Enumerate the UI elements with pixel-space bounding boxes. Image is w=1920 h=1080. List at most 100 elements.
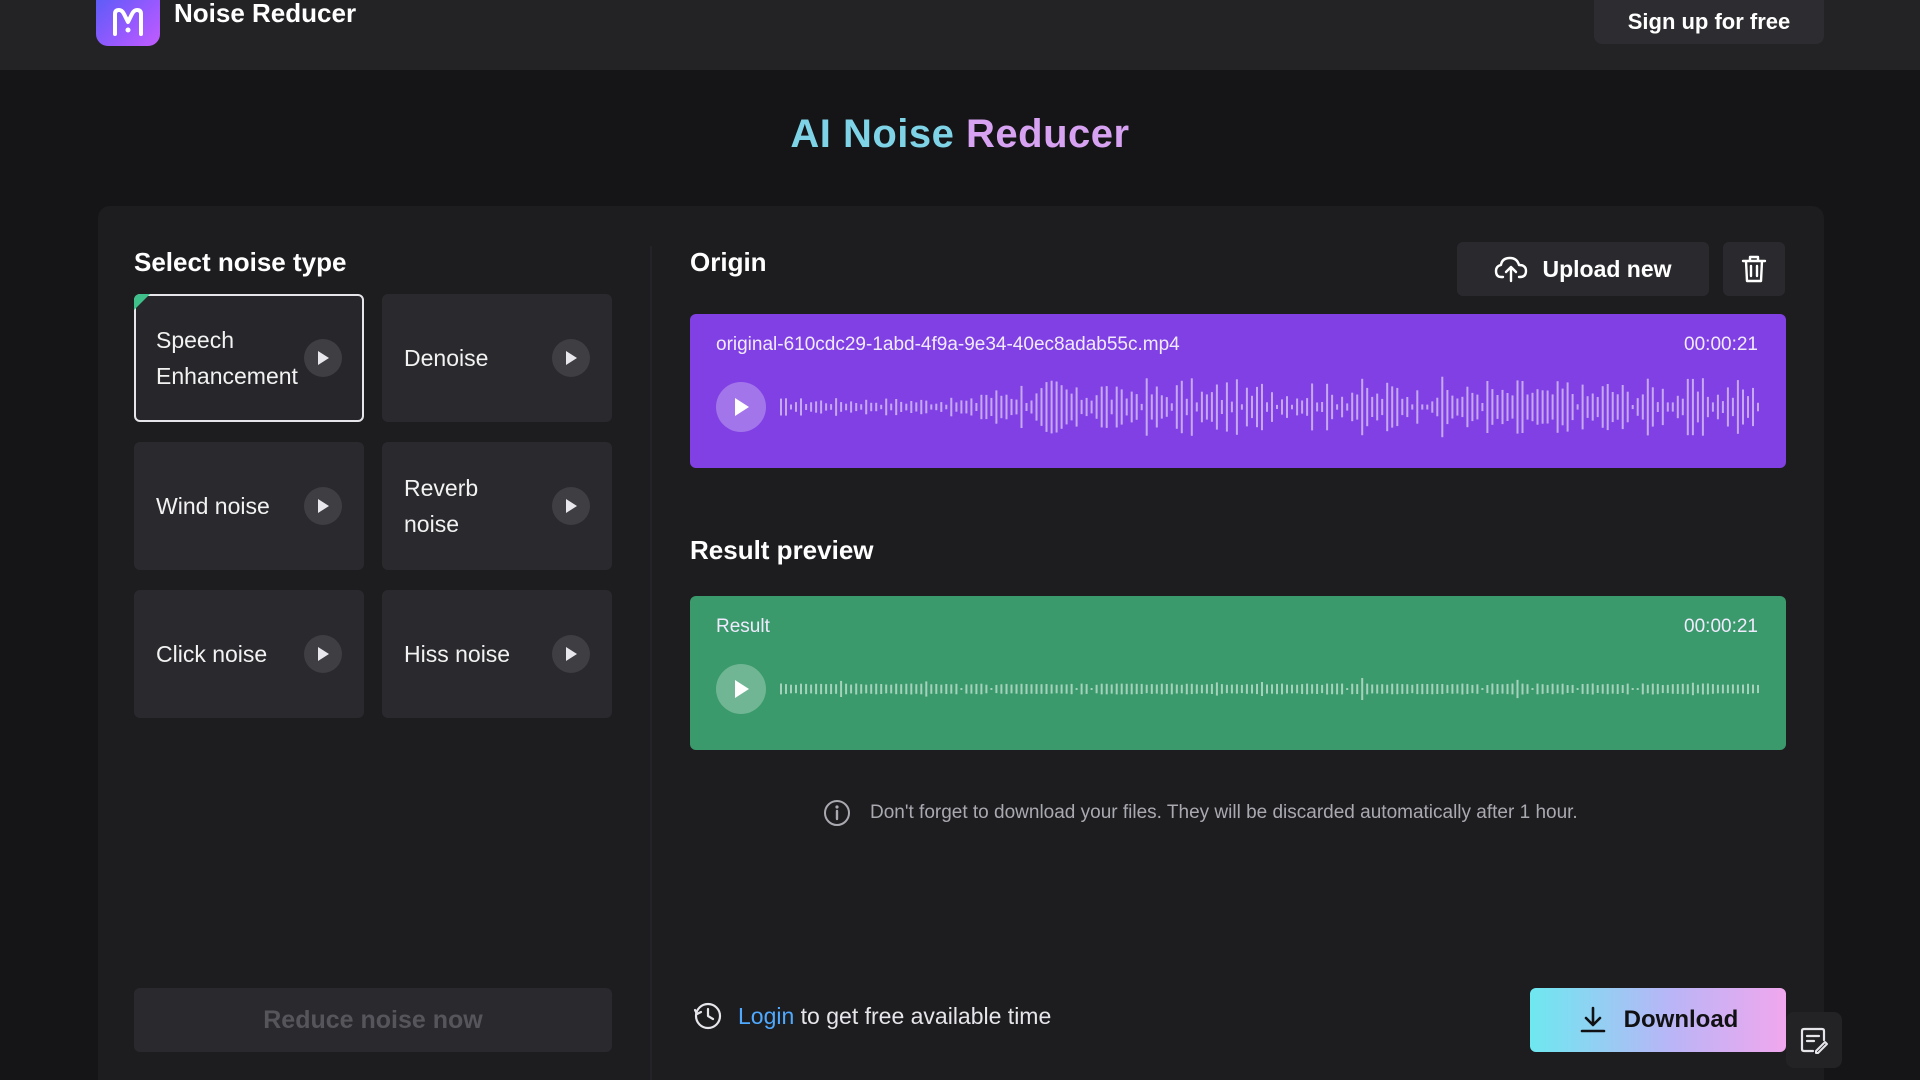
waveform-bar	[1281, 399, 1283, 415]
noise-option-hiss-noise[interactable]: Hiss noise	[382, 590, 612, 718]
waveform-bar	[1396, 683, 1399, 695]
waveform-bar	[1591, 393, 1594, 421]
waveform-bar	[915, 402, 918, 412]
download-button[interactable]: Download	[1530, 988, 1786, 1052]
waveform-bar	[1431, 683, 1434, 695]
signup-button[interactable]: Sign up for free	[1594, 0, 1824, 44]
waveform-bar	[1461, 396, 1464, 418]
reduce-noise-button[interactable]: Reduce noise now	[134, 988, 612, 1052]
waveform-bar	[1391, 386, 1394, 428]
result-audio-player: Result 00:00:21	[690, 596, 1786, 750]
waveform-bar	[1251, 684, 1253, 694]
waveform-bar	[1271, 392, 1273, 422]
waveform-bar	[955, 683, 958, 695]
waveform-bar	[985, 684, 988, 694]
play-icon[interactable]	[552, 487, 590, 525]
waveform-bar	[1546, 684, 1549, 694]
waveform-bar	[1416, 683, 1419, 695]
top-bar: Noise Reducer Sign up for free	[0, 0, 1920, 70]
waveform-bar	[1145, 378, 1148, 436]
waveform-bar	[820, 400, 823, 414]
waveform-bar	[1110, 684, 1113, 694]
waveform-bar	[1195, 684, 1198, 694]
waveform-bar	[935, 684, 938, 694]
result-play-button[interactable]	[716, 664, 766, 714]
waveform-bar	[1536, 389, 1539, 425]
play-icon[interactable]	[552, 339, 590, 377]
waveform-bar	[1050, 380, 1053, 434]
waveform-bar	[870, 402, 873, 412]
waveform-bar	[1010, 684, 1013, 694]
waveform-bar	[1521, 683, 1524, 695]
waveform-bar	[1286, 684, 1288, 694]
waveform-bar	[1230, 684, 1233, 694]
waveform-bar	[970, 684, 973, 694]
waveform-bar	[1080, 399, 1083, 415]
play-icon[interactable]	[304, 487, 342, 525]
waveform-bar	[1671, 684, 1674, 694]
play-icon[interactable]	[552, 635, 590, 673]
waveform-bar	[1451, 684, 1454, 694]
waveform-bar	[1261, 383, 1263, 431]
feedback-icon	[1800, 1027, 1828, 1054]
waveform-bar	[1095, 395, 1098, 419]
waveform-bar	[830, 683, 833, 695]
waveform-bar	[1636, 398, 1639, 416]
waveform-bar	[1646, 684, 1649, 694]
origin-filename: original-610cdc29-1abd-4f9a-9e34-40ec8ad…	[716, 334, 1180, 355]
noise-option-denoise[interactable]: Denoise	[382, 294, 612, 422]
delete-button[interactable]	[1723, 242, 1785, 296]
waveform-bar	[1701, 683, 1704, 695]
waveform-bar	[840, 402, 843, 412]
waveform-bar	[1296, 398, 1299, 416]
brand[interactable]: Noise Reducer	[96, 0, 356, 46]
waveform-bar	[1311, 684, 1314, 694]
upload-new-button[interactable]: Upload new	[1457, 242, 1709, 296]
origin-play-button[interactable]	[716, 382, 766, 432]
waveform-bar	[1676, 684, 1679, 694]
waveform-bar	[1190, 378, 1193, 436]
waveform-bar	[1752, 684, 1754, 694]
noise-option-speech-enhancement[interactable]: Speech Enhancement	[134, 294, 364, 422]
waveform-bar	[1501, 389, 1504, 425]
waveform-bar	[1476, 394, 1479, 420]
result-waveform[interactable]	[780, 654, 1762, 724]
feedback-button[interactable]	[1786, 1012, 1842, 1068]
waveform-bar	[1341, 396, 1344, 418]
waveform-bar	[1251, 395, 1253, 419]
noise-option-reverb-noise[interactable]: Reverb noise	[382, 442, 612, 570]
waveform-bar	[910, 401, 913, 413]
waveform-bar	[1210, 392, 1213, 422]
waveform-bar	[1531, 688, 1534, 690]
waveform-bar	[1441, 684, 1444, 694]
waveform-bar	[850, 684, 853, 694]
waveform-bar	[905, 403, 908, 411]
play-icon[interactable]	[304, 339, 342, 377]
waveform-bar	[1456, 398, 1459, 416]
waveform-bar	[1170, 683, 1173, 695]
play-icon[interactable]	[304, 635, 342, 673]
waveform-bar	[835, 684, 838, 694]
waveform-bar	[1421, 404, 1424, 410]
waveform-bar	[1747, 683, 1749, 695]
origin-waveform[interactable]	[780, 372, 1762, 442]
waveform-bar	[1496, 684, 1499, 694]
waveform-bar	[1346, 688, 1349, 690]
waveform-bar	[1175, 684, 1178, 694]
waveform-bar	[810, 684, 813, 694]
noise-option-wind-noise[interactable]: Wind noise	[134, 442, 364, 570]
waveform-bar	[1180, 684, 1183, 694]
waveform-bar	[795, 684, 797, 694]
login-link[interactable]: Login	[738, 1003, 794, 1029]
noise-option-click-noise[interactable]: Click noise	[134, 590, 364, 718]
waveform-bar	[1060, 385, 1063, 429]
waveform-bar	[1466, 386, 1469, 428]
waveform-bar	[845, 683, 848, 695]
waveform-bar	[1757, 402, 1759, 412]
waveform-bar	[950, 397, 953, 417]
waveform-bar	[875, 683, 878, 695]
waveform-bar	[1160, 683, 1163, 695]
waveform-bar	[1596, 685, 1599, 693]
waveform-bar	[875, 402, 878, 412]
origin-duration: 00:00:21	[1684, 334, 1758, 355]
